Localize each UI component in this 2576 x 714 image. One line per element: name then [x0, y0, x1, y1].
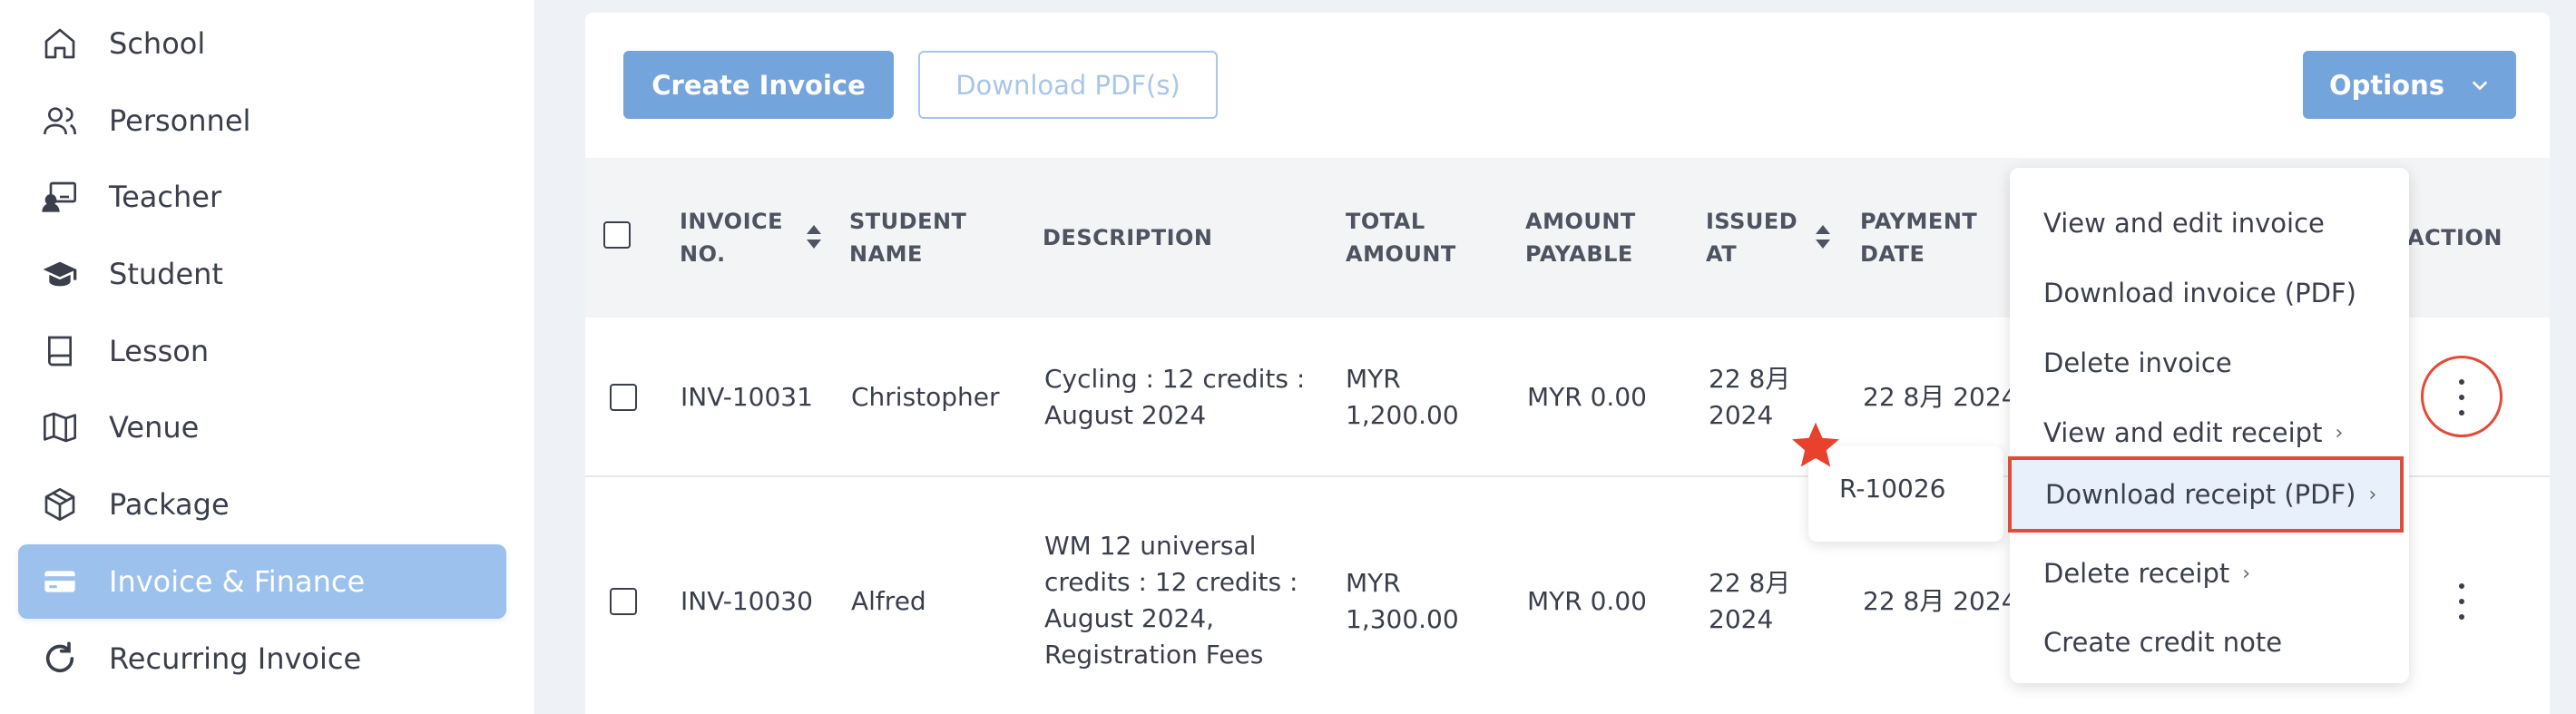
teacher-icon: [42, 179, 78, 215]
menu-delete-invoice[interactable]: Delete invoice: [2010, 331, 2409, 395]
sidebar-item-label: Venue: [109, 410, 200, 445]
chevron-right-icon: ›: [2368, 483, 2377, 506]
sidebar-item-label: Invoice & Finance: [109, 564, 366, 599]
sidebar-item-label: Personnel: [109, 103, 251, 138]
sidebar-item-label: School: [109, 26, 206, 61]
sidebar-item-personnel[interactable]: Personnel: [18, 83, 506, 158]
header-amount-payable: AMOUNT PAYABLE: [1525, 209, 1636, 267]
credit-card-icon: [42, 563, 78, 600]
users-icon: [42, 103, 78, 139]
graduation-cap-icon: [42, 256, 78, 292]
row-checkbox[interactable]: [610, 384, 637, 411]
header-payment-date: PAYMENT DATE: [1860, 209, 1978, 267]
receipt-option[interactable]: R-10026: [1839, 474, 1946, 504]
header-description: DESCRIPTION: [1043, 225, 1213, 250]
options-button[interactable]: Options: [2303, 51, 2516, 119]
menu-delete-receipt[interactable]: Delete receipt ›: [2010, 542, 2409, 605]
amount-payable: MYR 0.00: [1527, 382, 1647, 412]
total-amount: MYR 1,200.00: [1346, 364, 1459, 430]
package-icon: [42, 486, 78, 523]
row-action-menu: View and edit invoice Download invoice (…: [2008, 168, 2409, 683]
student-name: Alfred: [851, 586, 926, 616]
chevron-right-icon: ›: [2242, 562, 2251, 585]
map-icon: [42, 409, 78, 445]
sidebar: School Personnel Teacher Student Lesson …: [0, 0, 535, 714]
chevron-down-icon: [2473, 81, 2487, 90]
sidebar-item-label: Package: [109, 487, 230, 522]
description: WM 12 universal credits : 12 credits : A…: [1044, 531, 1298, 670]
row-actions-kebab-icon[interactable]: [2454, 379, 2469, 416]
header-invoice-no[interactable]: INVOICE NO.: [680, 205, 783, 270]
invoice-number[interactable]: INV-10031: [681, 379, 813, 416]
select-all-checkbox[interactable]: [603, 221, 631, 249]
sidebar-item-label: Recurring Invoice: [109, 641, 362, 676]
refresh-icon: [42, 641, 78, 677]
description: Cycling : 12 credits : August 2024: [1044, 364, 1306, 430]
sidebar-item-school[interactable]: School: [18, 6, 506, 81]
sidebar-item-label: Lesson: [109, 334, 210, 368]
chevron-right-icon: ›: [2335, 421, 2344, 445]
row-actions-kebab-icon[interactable]: [2454, 583, 2469, 620]
header-student-name: STUDENT NAME: [849, 209, 967, 267]
create-invoice-button[interactable]: Create Invoice: [623, 51, 894, 119]
options-label: Options: [2328, 69, 2445, 101]
sidebar-item-label: Student: [109, 257, 223, 291]
book-icon: [42, 333, 78, 369]
star-marker-icon: [1792, 422, 1839, 467]
sort-icon[interactable]: [804, 223, 824, 250]
header-total-amount: TOTAL AMOUNT: [1346, 209, 1456, 267]
sidebar-item-venue[interactable]: Venue: [18, 390, 506, 465]
sidebar-item-package[interactable]: Package: [18, 467, 506, 542]
payment-date: 22 8月 2024: [1863, 586, 2018, 616]
menu-download-receipt-pdf[interactable]: Download receipt (PDF) ›: [2008, 456, 2404, 533]
invoice-number[interactable]: INV-10030: [681, 583, 813, 620]
issued-at: 22 8月 2024: [1709, 568, 1791, 634]
sidebar-item-label: Teacher: [109, 180, 222, 214]
menu-create-credit-note[interactable]: Create credit note: [2010, 611, 2409, 674]
header-action: ACTION: [2407, 225, 2503, 250]
sidebar-item-teacher[interactable]: Teacher: [18, 160, 506, 234]
student-name: Christopher: [851, 382, 1000, 412]
header-issued-at[interactable]: ISSUED AT: [1706, 205, 1797, 270]
payment-date: 22 8月 2024: [1863, 382, 2018, 412]
total-amount: MYR 1,300.00: [1346, 568, 1459, 634]
row-checkbox[interactable]: [610, 588, 637, 615]
sidebar-item-lesson[interactable]: Lesson: [18, 314, 506, 388]
menu-view-edit-invoice[interactable]: View and edit invoice: [2010, 191, 2409, 255]
sidebar-item-student[interactable]: Student: [18, 237, 506, 311]
download-pdfs-button[interactable]: Download PDF(s): [918, 51, 1218, 119]
amount-payable: MYR 0.00: [1527, 586, 1647, 616]
issued-at: 22 8月 2024: [1709, 364, 1791, 430]
menu-download-invoice-pdf[interactable]: Download invoice (PDF): [2010, 261, 2409, 325]
home-icon: [42, 25, 78, 62]
sort-icon[interactable]: [1813, 223, 1833, 250]
menu-view-edit-receipt[interactable]: View and edit receipt ›: [2010, 401, 2409, 465]
sidebar-item-recurring-invoice[interactable]: Recurring Invoice: [18, 621, 506, 696]
sidebar-item-invoice-finance[interactable]: Invoice & Finance: [18, 544, 506, 619]
